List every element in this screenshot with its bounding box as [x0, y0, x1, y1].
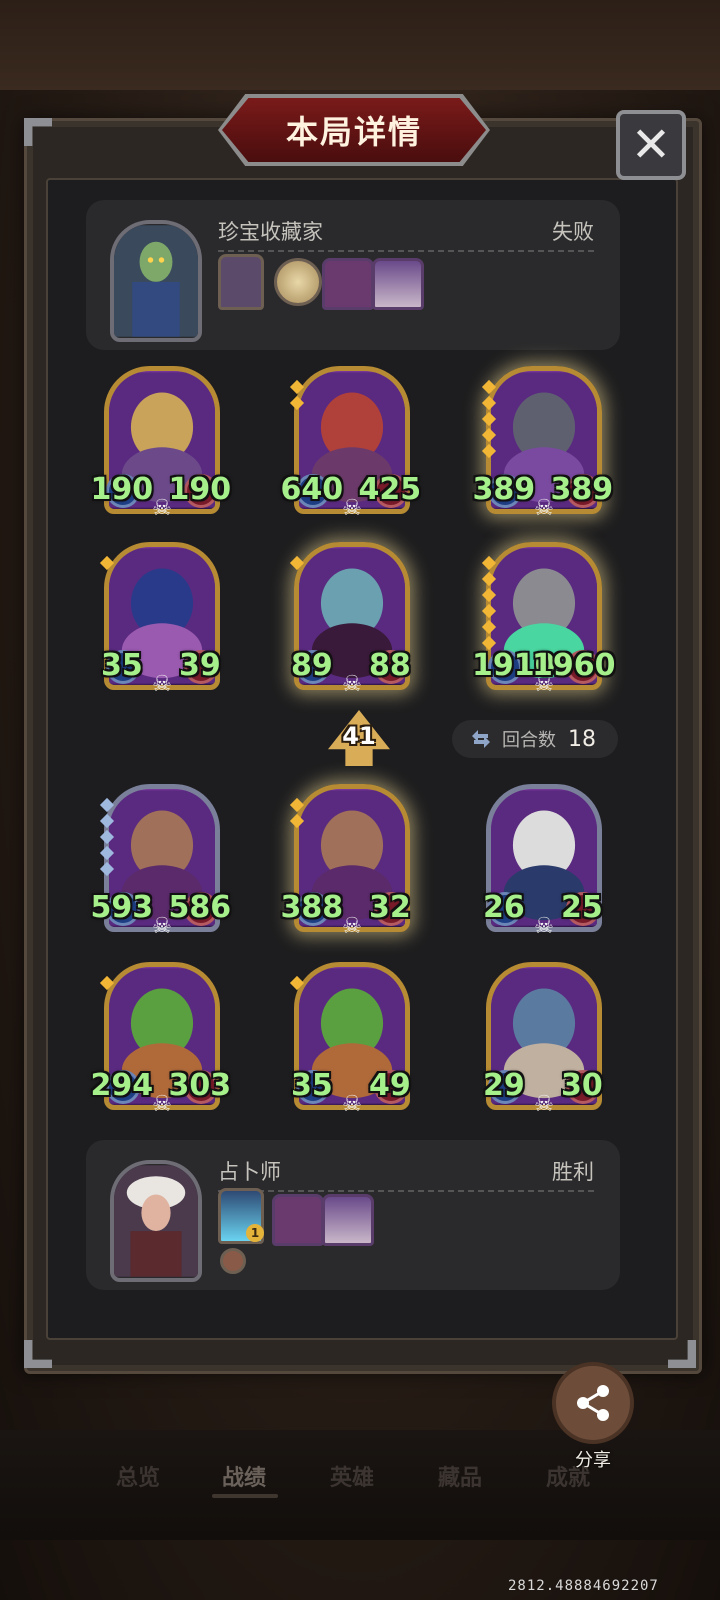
- fan-coin-item-icon[interactable]: [274, 258, 322, 306]
- opponent-result: 失败: [552, 220, 594, 244]
- player-name: 占卜师: [218, 1160, 281, 1184]
- attack-value: 640: [280, 472, 344, 507]
- tab-collection[interactable]: 藏品: [438, 1460, 482, 1492]
- fortune-teller-portrait-icon: [114, 1165, 198, 1277]
- tab-achievements[interactable]: 成就: [546, 1460, 590, 1492]
- item-count-badge: 1: [246, 1224, 264, 1242]
- share-icon: [577, 1385, 609, 1421]
- cart-item-icon[interactable]: [272, 1194, 324, 1246]
- framed-portrait-item-icon[interactable]: [218, 254, 264, 310]
- opponent-panel: 珍宝收藏家 失败: [86, 200, 620, 350]
- tab-battle-record[interactable]: 战绩: [222, 1460, 266, 1492]
- wood-background-top: [0, 0, 720, 90]
- health-value: 30: [561, 1068, 603, 1103]
- health-value: 425: [358, 472, 422, 507]
- health-value: 25: [561, 890, 603, 925]
- health-value: 1960: [532, 648, 616, 683]
- tier-value: 41: [342, 722, 376, 750]
- attack-value: 26: [483, 890, 525, 925]
- health-value: 39: [179, 648, 221, 683]
- health-value: 190: [168, 472, 232, 507]
- skull-icon: ☠: [342, 672, 362, 697]
- goblin-collector-portrait-icon: [114, 225, 198, 337]
- health-value: 303: [168, 1068, 232, 1103]
- health-value: 88: [369, 648, 411, 683]
- divider: [218, 1190, 594, 1192]
- feast-table-item-icon[interactable]: [322, 1194, 374, 1246]
- opponent-avatar[interactable]: [110, 220, 202, 342]
- page-title: 本局详情: [285, 113, 422, 151]
- coordinates-readout: 2812.48884692207: [508, 1578, 659, 1594]
- tab-heroes[interactable]: 英雄: [330, 1460, 374, 1492]
- skull-icon: ☠: [534, 914, 554, 939]
- title-banner: 本局详情: [222, 98, 486, 162]
- attack-value: 190: [90, 472, 154, 507]
- skull-icon: ☠: [152, 672, 172, 697]
- cart-item-icon[interactable]: [322, 258, 374, 310]
- round-counter: 回合数 18: [452, 720, 618, 758]
- skull-icon: ☠: [342, 1092, 362, 1117]
- opponent-name: 珍宝收藏家: [218, 220, 323, 244]
- attack-value: 593: [90, 890, 154, 925]
- player-avatar[interactable]: [110, 1160, 202, 1282]
- skull-icon: ☠: [534, 1092, 554, 1117]
- attack-value: 294: [90, 1068, 154, 1103]
- share-button[interactable]: [552, 1362, 634, 1444]
- health-value: 389: [550, 472, 614, 507]
- attack-value: 35: [101, 648, 143, 683]
- active-tab-indicator: [212, 1494, 278, 1498]
- divider: [218, 250, 594, 252]
- skull-icon: ☠: [342, 914, 362, 939]
- tab-overview[interactable]: 总览: [116, 1460, 160, 1492]
- round-value: 18: [568, 726, 596, 752]
- attack-value: 29: [483, 1068, 525, 1103]
- coin-item-icon[interactable]: [220, 1248, 246, 1274]
- player-panel: 占卜师 胜利 1: [86, 1140, 620, 1290]
- health-value: 32: [369, 890, 411, 925]
- health-value: 586: [168, 890, 232, 925]
- attack-value: 388: [280, 890, 344, 925]
- health-value: 49: [369, 1068, 411, 1103]
- close-button[interactable]: ✕: [616, 110, 686, 180]
- feast-table-item-icon[interactable]: [372, 258, 424, 310]
- attack-value: 35: [291, 1068, 333, 1103]
- close-icon: ✕: [630, 117, 672, 173]
- attack-value: 389: [472, 472, 536, 507]
- attack-value: 89: [291, 648, 333, 683]
- swap-arrows-icon: [472, 730, 490, 748]
- round-label: 回合数: [502, 730, 556, 751]
- player-result: 胜利: [552, 1160, 594, 1184]
